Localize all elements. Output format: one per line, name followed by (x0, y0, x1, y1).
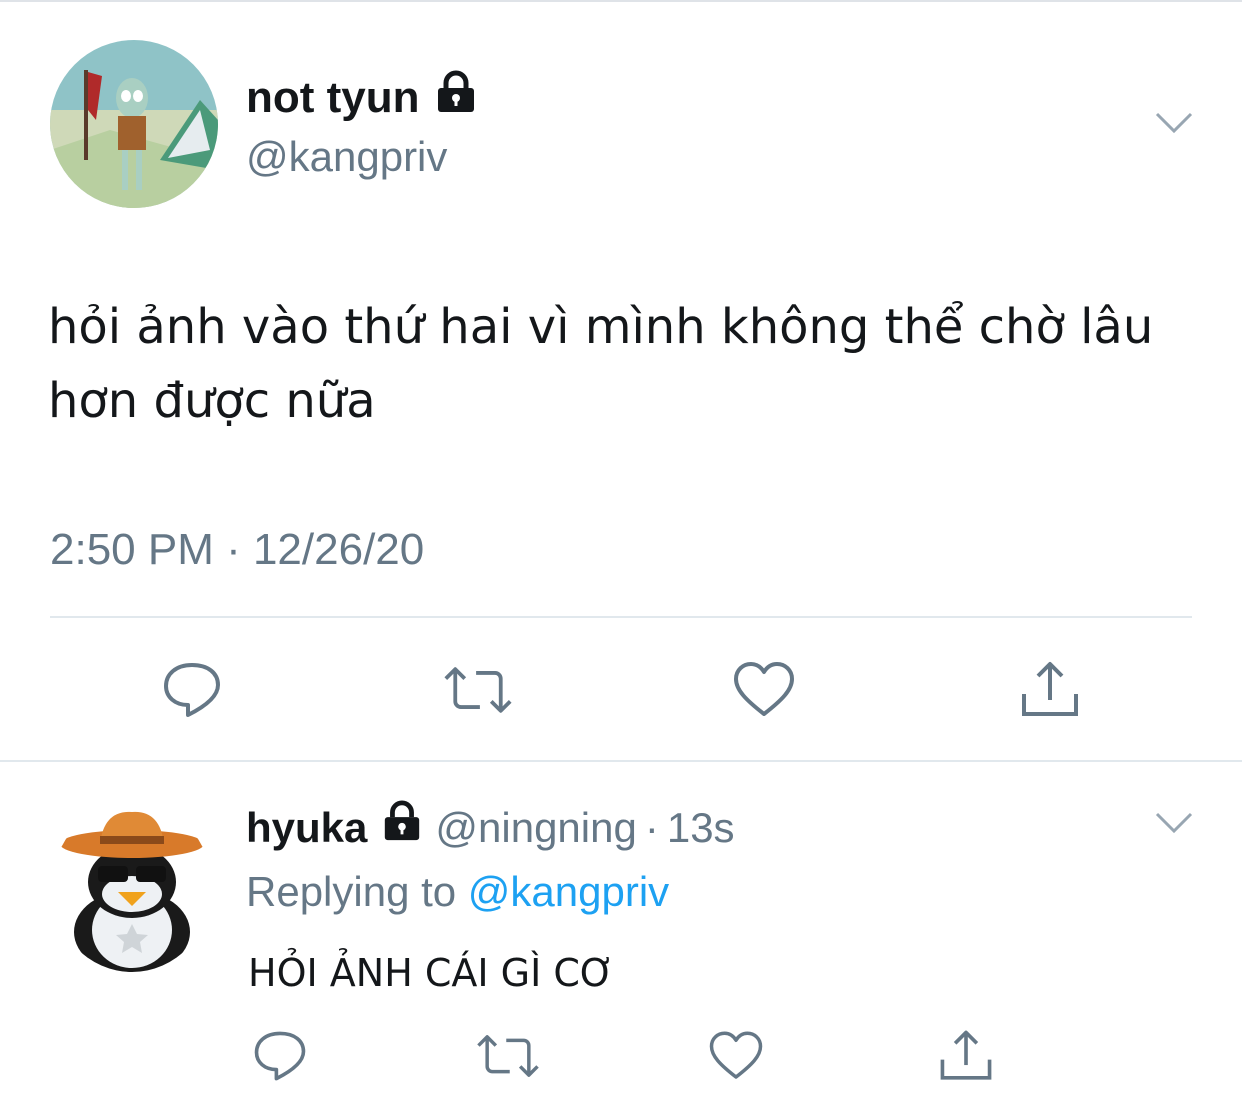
time-separator: · (644, 803, 659, 851)
retweet-button[interactable] (472, 1020, 544, 1092)
reply-text: HỎI ẢNH CÁI GÌ CƠ (248, 951, 615, 995)
top-divider (0, 0, 1242, 2)
chevron-down-icon[interactable] (1154, 110, 1194, 136)
retweet-icon (444, 667, 512, 713)
display-name-text: not tyun (246, 73, 420, 122)
like-icon (709, 1031, 763, 1079)
reply-handle[interactable]: @ningning (435, 801, 636, 855)
avatar[interactable] (50, 40, 218, 208)
reply-avatar[interactable] (52, 802, 212, 972)
chevron-down-icon[interactable] (1154, 810, 1194, 836)
reply-button[interactable] (156, 654, 228, 726)
reply-header: hyuka @ningning · 13s (246, 800, 735, 855)
reply-time[interactable]: 13s (667, 801, 735, 855)
replying-prefix: Replying to (246, 868, 457, 915)
lock-icon (434, 70, 478, 126)
reply-icon (164, 663, 220, 717)
tweet-timestamp[interactable]: 2:50 PM · 12/26/20 (50, 522, 424, 578)
reply-display-name[interactable]: hyuka (246, 801, 367, 855)
display-name[interactable]: not tyun (246, 70, 478, 126)
replying-to: Replying to @kangpriv (246, 866, 669, 918)
like-icon (734, 662, 794, 716)
lock-icon (381, 800, 423, 855)
reply-icon (254, 1031, 306, 1081)
replying-mention[interactable]: @kangpriv (468, 868, 669, 915)
reply-button[interactable] (244, 1020, 316, 1092)
share-button[interactable] (930, 1020, 1002, 1092)
like-button[interactable] (700, 1020, 772, 1092)
divider (50, 616, 1192, 618)
tweet-text: hỏi ảnh vào thứ hai vì mình không thể ch… (48, 299, 1154, 429)
user-handle[interactable]: @kangpriv (246, 132, 447, 182)
retweet-icon (477, 1035, 539, 1077)
like-button[interactable] (728, 654, 800, 726)
share-button[interactable] (1014, 654, 1086, 726)
share-icon (940, 1030, 992, 1080)
retweet-button[interactable] (442, 654, 514, 726)
thread-separator (0, 760, 1242, 762)
share-icon (1022, 662, 1078, 716)
